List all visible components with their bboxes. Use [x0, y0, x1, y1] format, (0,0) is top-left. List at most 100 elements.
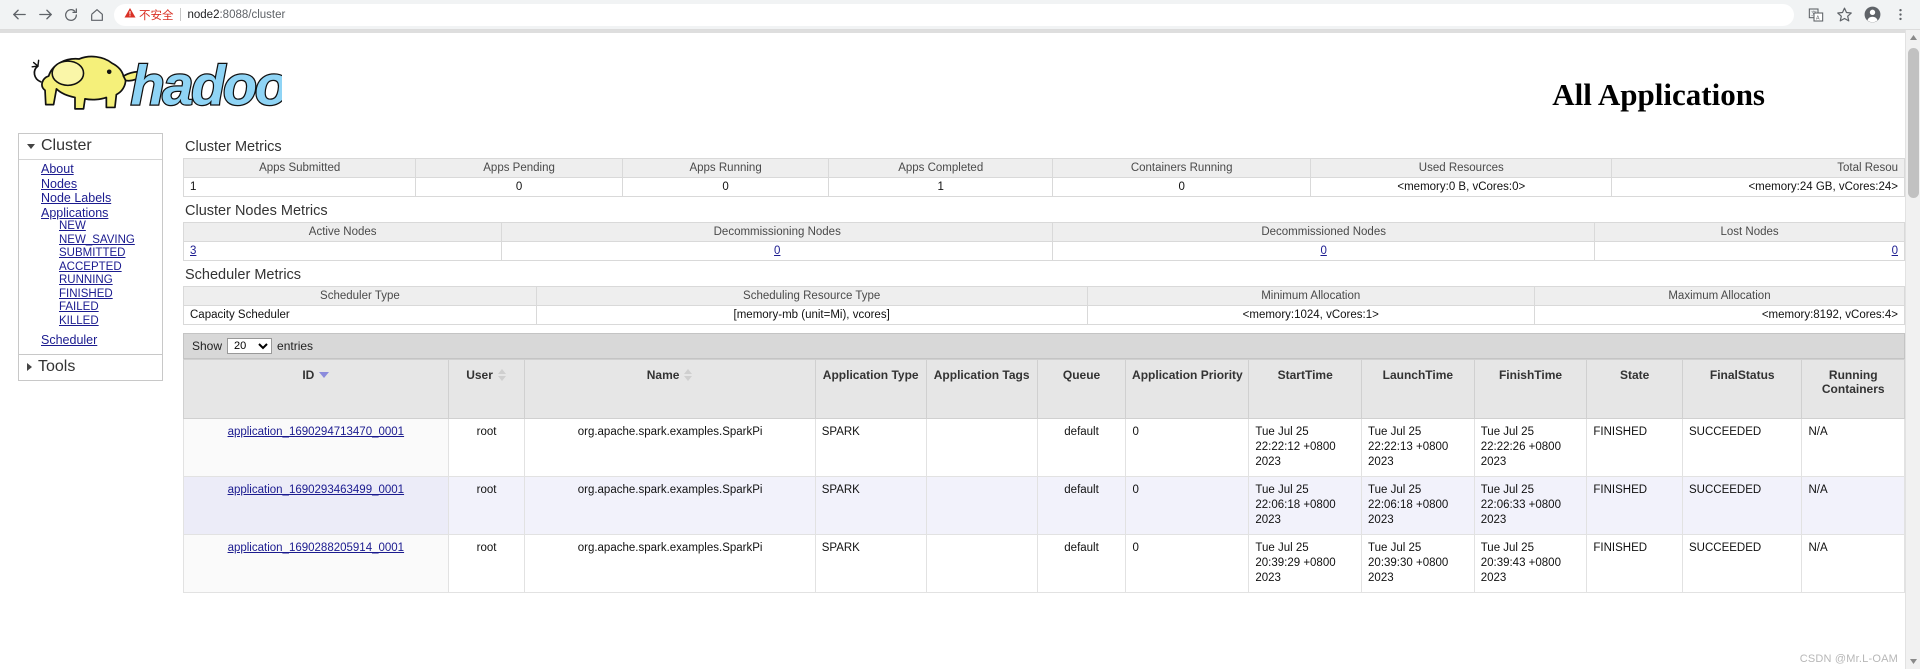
sidebar-cluster-body: About Nodes Node Labels Applications NEW…: [19, 160, 162, 354]
sidebar-cluster-header[interactable]: Cluster: [19, 134, 162, 160]
table-header-row: Active Nodes Decommissioning Nodes Decom…: [182, 222, 1905, 242]
forward-button[interactable]: [32, 2, 58, 28]
sidebar-item-submitted[interactable]: SUBMITTED: [19, 247, 162, 261]
th-containers-running: Containers Running: [1052, 158, 1312, 178]
svg-text:hadoop: hadoop: [131, 55, 282, 117]
th-id[interactable]: ID: [183, 359, 449, 419]
th-used-resources: Used Resources: [1310, 158, 1613, 178]
scroll-up-arrow-icon[interactable]: [1906, 30, 1920, 45]
chrome-menu-icon[interactable]: [1886, 2, 1914, 28]
th-id-label: ID: [302, 368, 315, 382]
td-launch-time: Tue Jul 25 22:22:13 +0800 2023: [1361, 418, 1475, 477]
sidebar-tools-label: Tools: [38, 357, 76, 375]
th-application-priority[interactable]: Application Priority: [1125, 359, 1250, 419]
th-state[interactable]: State: [1586, 359, 1683, 419]
th-application-type[interactable]: Application Type: [814, 359, 927, 419]
sidebar-item-applications[interactable]: Applications: [19, 206, 162, 221]
page-header: hadoop All Applications: [0, 33, 1905, 133]
sidebar-item-accepted[interactable]: ACCEPTED: [19, 261, 162, 275]
hadoop-logo[interactable]: hadoop: [22, 39, 323, 126]
back-button[interactable]: [6, 2, 32, 28]
td-application-id: application_1690293463499_0001: [183, 476, 449, 535]
td-finish-time: Tue Jul 25 22:06:33 +0800 2023: [1473, 476, 1588, 535]
table-row: 3 0 0 0: [182, 241, 1905, 261]
sidebar-item-new[interactable]: NEW: [19, 220, 162, 234]
chevron-down-icon: [27, 143, 35, 149]
svg-text:A: A: [1816, 15, 1820, 21]
td-user: root: [447, 476, 526, 535]
td-apps-pending: 0: [415, 177, 623, 197]
chevron-right-icon: [27, 362, 32, 371]
td-apps-submitted: 1: [182, 177, 417, 197]
sidebar-item-nodes[interactable]: Nodes: [19, 177, 162, 192]
th-running-containers[interactable]: Running Containers: [1801, 359, 1905, 419]
sidebar-item-killed[interactable]: KILLED: [19, 315, 162, 329]
table-header-row: Scheduler Type Scheduling Resource Type …: [183, 286, 1905, 306]
home-button[interactable]: [84, 2, 110, 28]
td-maximum-allocation: <memory:8192, vCores:4>: [1533, 305, 1905, 325]
sidebar-item-new-saving[interactable]: NEW_SAVING: [19, 234, 162, 248]
url-host: node2: [187, 8, 220, 21]
th-user[interactable]: User: [447, 359, 526, 419]
td-name: org.apache.spark.examples.SparkPi: [524, 476, 816, 535]
sidebar-item-running[interactable]: RUNNING: [19, 274, 162, 288]
td-launch-time: Tue Jul 25 22:06:18 +0800 2023: [1361, 476, 1475, 535]
td-state: FINISHED: [1586, 476, 1683, 535]
application-id-link[interactable]: application_1690288205914_0001: [228, 542, 405, 554]
sidebar-item-about[interactable]: About: [19, 162, 162, 177]
td-final-status: SUCCEEDED: [1681, 418, 1803, 477]
vertical-scrollbar[interactable]: [1905, 30, 1920, 669]
scroll-down-arrow-icon[interactable]: [1906, 654, 1920, 669]
sidebar: Cluster About Nodes Node Labels Applicat…: [18, 133, 163, 381]
th-decommissioning-nodes: Decommissioning Nodes: [501, 222, 1054, 242]
th-application-tags[interactable]: Application Tags: [925, 359, 1038, 419]
page-content: hadoop All Applications Cluster About No…: [0, 30, 1905, 669]
entries-per-page-select[interactable]: 20 40 60 80 100: [227, 338, 273, 354]
th-user-label: User: [466, 368, 493, 382]
th-start-time[interactable]: StartTime: [1248, 359, 1363, 419]
application-id-link[interactable]: application_1690294713470_0001: [228, 426, 405, 438]
th-active-nodes: Active Nodes: [182, 222, 503, 242]
decommissioned-nodes-link[interactable]: 0: [1320, 245, 1326, 257]
sidebar-item-finished[interactable]: FINISHED: [19, 288, 162, 302]
profile-avatar-icon[interactable]: [1858, 2, 1886, 28]
sidebar-cluster-label: Cluster: [41, 137, 92, 154]
th-name[interactable]: Name: [524, 359, 816, 419]
td-decommissioning-nodes: 0: [501, 241, 1054, 261]
td-minimum-allocation: <memory:1024, vCores:1>: [1086, 305, 1535, 325]
sidebar-item-scheduler[interactable]: Scheduler: [19, 333, 162, 348]
td-application-tags: [925, 418, 1038, 477]
td-state: FINISHED: [1586, 534, 1683, 593]
td-finish-time: Tue Jul 25 20:39:43 +0800 2023: [1473, 534, 1588, 593]
th-finish-time[interactable]: FinishTime: [1473, 359, 1588, 419]
table-row: application_1690293463499_0001 root org.…: [183, 476, 1905, 535]
sidebar-item-node-labels[interactable]: Node Labels: [19, 191, 162, 206]
table-row: Capacity Scheduler [memory-mb (unit=Mi),…: [183, 305, 1905, 325]
td-scheduler-type: Capacity Scheduler: [183, 305, 537, 325]
td-user: root: [447, 418, 526, 477]
td-scheduling-resource-type: [memory-mb (unit=Mi), vcores]: [535, 305, 1088, 325]
bookmark-star-icon[interactable]: [1830, 2, 1858, 28]
decommissioning-nodes-link[interactable]: 0: [774, 245, 780, 257]
cluster-metrics-title: Cluster Metrics: [185, 139, 282, 155]
translate-icon[interactable]: 文A: [1802, 2, 1830, 28]
th-launch-time[interactable]: LaunchTime: [1361, 359, 1475, 419]
th-final-status[interactable]: FinalStatus: [1681, 359, 1803, 419]
th-queue[interactable]: Queue: [1036, 359, 1127, 419]
td-application-priority: 0: [1125, 476, 1250, 535]
td-queue: default: [1036, 534, 1127, 593]
sidebar-item-failed[interactable]: FAILED: [19, 301, 162, 315]
reload-button[interactable]: [58, 2, 84, 28]
td-finish-time: Tue Jul 25 22:22:26 +0800 2023: [1473, 418, 1588, 477]
cluster-metrics-table: Apps Submitted Apps Pending Apps Running…: [182, 158, 1905, 197]
td-user: root: [447, 534, 526, 593]
active-nodes-link[interactable]: 3: [190, 245, 196, 257]
scrollbar-thumb[interactable]: [1908, 48, 1919, 198]
application-id-link[interactable]: application_1690293463499_0001: [228, 484, 405, 496]
td-launch-time: Tue Jul 25 20:39:30 +0800 2023: [1361, 534, 1475, 593]
lost-nodes-link[interactable]: 0: [1892, 245, 1898, 257]
sidebar-tools-header[interactable]: Tools: [19, 354, 162, 380]
td-apps-running: 0: [621, 177, 830, 197]
td-application-id: application_1690294713470_0001: [183, 418, 449, 477]
address-bar[interactable]: 不安全 node2:8088/cluster: [114, 3, 1794, 26]
